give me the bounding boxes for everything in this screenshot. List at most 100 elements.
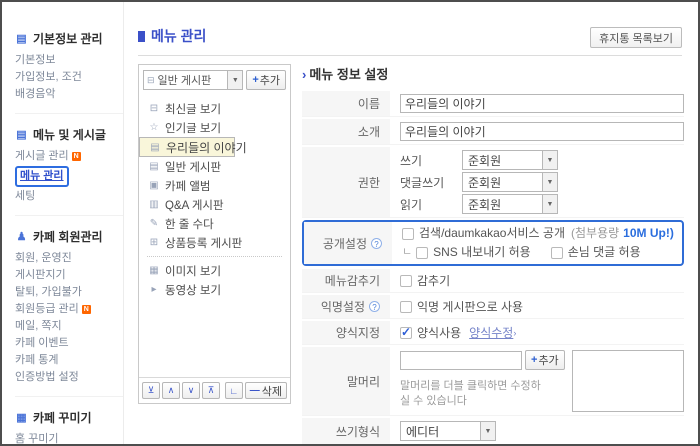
perm-comment-label: 댓글쓰기	[400, 175, 445, 190]
add-board-button[interactable]: + 추가	[246, 70, 286, 90]
prefix-listbox[interactable]	[572, 350, 684, 412]
perm-comment-select[interactable]: 준회원 ▼	[462, 172, 558, 192]
board-type-select[interactable]: ⊟ 일반 게시판 ▼	[143, 70, 244, 90]
template-use-label: 양식사용	[417, 326, 462, 340]
plus-icon: +	[252, 74, 259, 86]
sidebar-item-setting[interactable]: 세팅	[15, 188, 115, 205]
section-title-label: 카페 회원관리	[33, 230, 103, 244]
sidebar-section-decorate: ▦ 카페 꾸미기 홈 꾸미기 대문 타이틀 보관함 추천세트	[15, 396, 123, 444]
tree-item-qna[interactable]: ▥ Q&A 게시판	[139, 195, 290, 214]
tree-header: ⊟ 일반 게시판 ▼ + 추가	[139, 65, 290, 96]
anonymous-checkbox[interactable]	[400, 300, 412, 313]
sidebar-item-menu-manage[interactable]: 메뉴 관리	[15, 165, 115, 188]
prefix-input[interactable]	[400, 350, 522, 370]
tree-item-image-view[interactable]: ▦ 이미지 보기	[139, 261, 290, 280]
name-input[interactable]	[400, 94, 684, 113]
perm-read-value: 준회원	[468, 197, 502, 212]
sidebar-item-menu-manage-selected[interactable]: 메뉴 관리	[15, 166, 69, 187]
perm-read-select[interactable]: 준회원 ▼	[462, 194, 558, 214]
help-icon[interactable]: ?	[369, 301, 380, 312]
chevron-down-icon[interactable]: ▼	[542, 151, 557, 169]
tree-item-popular[interactable]: ☆ 인기글 보기	[139, 118, 290, 137]
search-public-checkbox[interactable]	[402, 227, 414, 240]
move-up-button[interactable]: ∧	[162, 382, 180, 399]
tree-item-album[interactable]: ▣ 카페 앨범	[139, 176, 290, 195]
sns-export-checkbox[interactable]	[416, 246, 429, 259]
indent-button[interactable]: ∟	[224, 382, 243, 399]
tree-item-one-line[interactable]: ✎ 한 줄 수다	[139, 214, 290, 233]
sidebar-item-bgm[interactable]: 배경음악	[15, 86, 115, 103]
tree-item-label: 최신글 보기	[165, 103, 222, 116]
guest-comment-checkbox[interactable]	[550, 246, 563, 259]
doc-icon: ▤	[16, 33, 27, 45]
sidebar-item-label: 게시글 관리	[15, 150, 69, 162]
move-top-button[interactable]: ⊼	[202, 382, 220, 399]
perm-row-comment: 댓글쓰기 준회원 ▼	[400, 172, 684, 192]
sidebar-item-cafe-stats[interactable]: 카페 통계	[15, 352, 115, 369]
sidebar-item-member-staff[interactable]: 회원, 운영진	[15, 250, 115, 267]
new-badge: N	[71, 152, 81, 161]
tree-item-label: Q&A 게시판	[165, 199, 224, 212]
help-icon[interactable]: ?	[371, 237, 382, 249]
template-edit-link[interactable]: 양식수정	[469, 324, 513, 341]
chevron-down-icon[interactable]: ▼	[542, 173, 557, 191]
tree-item-latest[interactable]: ⊟ 최신글 보기	[139, 99, 290, 118]
board-icon: ⊟	[149, 103, 159, 114]
sidebar-item-label: 회원등급 관리	[15, 303, 79, 315]
perm-write-label: 쓰기	[400, 153, 423, 168]
permission-label: 권한	[302, 147, 390, 217]
sidebar-item-basic-info[interactable]: 기본정보	[15, 52, 115, 69]
tree-item-video-view[interactable]: ▸ 동영상 보기	[139, 280, 290, 299]
hide-checkbox[interactable]	[400, 274, 412, 287]
perm-write-select[interactable]: 준회원 ▼	[462, 150, 558, 170]
delete-board-button[interactable]: — 삭제	[244, 382, 287, 399]
tree-item-product[interactable]: ⊞ 상품등록 게시판	[139, 233, 290, 252]
prefix-help-text: 말머리를 더블 클릭하면 수정하실 수 있습니다	[400, 380, 541, 407]
board-tree-panel: ⊟ 일반 게시판 ▼ + 추가 ⊟ 최신글 보기 ☆ 인기글 보기 ▤ 우리들의 이야기…	[138, 64, 291, 404]
sidebar-section-menu: ▤ 메뉴 및 게시글 게시글 관리 N 메뉴 관리 세팅	[15, 113, 123, 215]
trash-list-button[interactable]: 휴지통 목록보기	[590, 27, 682, 48]
chevron-down-icon[interactable]: ▼	[542, 195, 557, 213]
guest-comment-label: 손님 댓글 허용	[567, 245, 641, 259]
tree-item-our-story[interactable]: ▤ 우리들의 이야기	[139, 137, 247, 157]
album-icon: ▣	[149, 180, 159, 191]
sns-export-label: SNS 내보내기 허용	[433, 245, 531, 259]
prefix-label: 말머리	[302, 347, 390, 415]
sidebar-item-home-decorate[interactable]: 홈 꾸미기	[15, 431, 115, 444]
tree-item-label: 우리들의 이야기	[166, 140, 247, 155]
page-title-label: 메뉴 관리	[151, 28, 207, 44]
add-prefix-button[interactable]: + 추가	[525, 350, 565, 370]
board-icon: ▤	[150, 141, 160, 153]
title-bullet-icon	[138, 30, 145, 42]
template-use-checkbox[interactable]	[400, 325, 412, 339]
sidebar-item-cafe-event[interactable]: 카페 이벤트	[15, 335, 115, 352]
visibility-line-1: 검색/daumkakao서비스 공개 (첨부용량 10M Up!)	[402, 225, 682, 242]
row-anonymous: 익명설정 ? 익명 게시판으로 사용	[302, 295, 684, 319]
intro-label: 소개	[302, 119, 390, 144]
board-tree-list: ⊟ 최신글 보기 ☆ 인기글 보기 ▤ 우리들의 이야기 ▤ 일반 게시판 ▣ 카페 앨범…	[139, 96, 290, 377]
anonymous-label-text: 익명설정	[320, 300, 365, 314]
move-down-button[interactable]: ∨	[182, 382, 200, 399]
tree-divider	[147, 256, 282, 257]
visibility-line-2: ㄴ SNS 내보내기 허용 손님 댓글 허용	[402, 244, 682, 261]
sidebar-section-decorate-title: ▦ 카페 꾸미기	[15, 409, 115, 426]
sidebar-item-board-keeper[interactable]: 게시판지기	[15, 267, 115, 284]
chevron-down-icon[interactable]: ▼	[227, 71, 243, 89]
board-icon: ▥	[149, 199, 159, 210]
row-hide-menu: 메뉴감추기 감추기	[302, 269, 684, 293]
sidebar-item-join-info[interactable]: 가입정보, 조건	[15, 69, 115, 86]
write-format-select[interactable]: 에디터 ▼	[400, 421, 496, 441]
write-format-value: 에디터	[406, 424, 440, 439]
sidebar-item-post-manage[interactable]: 게시글 관리 N	[15, 148, 115, 165]
sidebar-item-member-grade[interactable]: 회원등급 관리 N	[15, 301, 115, 318]
video-icon: ▸	[151, 284, 157, 295]
move-bottom-button[interactable]: ⊻	[142, 382, 160, 399]
tree-item-general-board[interactable]: ▤ 일반 게시판	[139, 157, 290, 176]
chevron-down-icon[interactable]: ▼	[480, 422, 495, 440]
intro-input[interactable]	[400, 122, 684, 141]
sidebar-item-auth-setting[interactable]: 인증방법 설정	[15, 369, 115, 386]
minus-icon: —	[249, 385, 260, 396]
delete-label: 삭제	[261, 385, 282, 398]
sidebar-item-mail-note[interactable]: 메일, 쪽지	[15, 318, 115, 335]
sidebar-item-withdraw[interactable]: 탈퇴, 가입불가	[15, 284, 115, 301]
